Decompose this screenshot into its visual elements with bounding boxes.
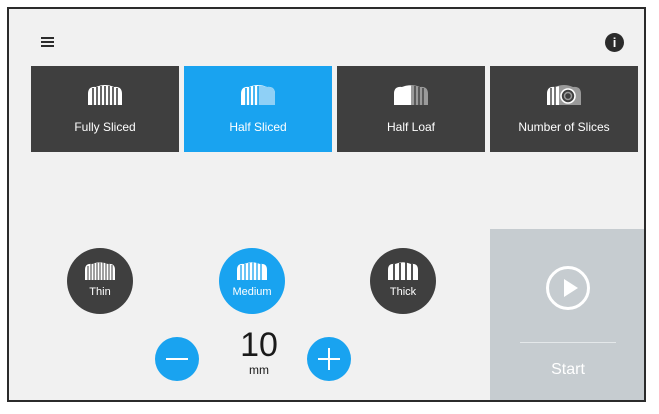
half-loaf-icon bbox=[394, 85, 428, 105]
hamburger-menu-icon[interactable] bbox=[41, 37, 54, 48]
thickness-value: 10 bbox=[240, 326, 278, 364]
medium-slices-loaf-icon bbox=[237, 262, 267, 280]
thickness-medium-button[interactable]: Medium bbox=[219, 248, 285, 314]
thickness-label: Thin bbox=[89, 286, 111, 298]
mode-label: Number of Slices bbox=[518, 120, 610, 134]
increase-thickness-button[interactable] bbox=[307, 337, 351, 381]
decrease-thickness-button[interactable] bbox=[155, 337, 199, 381]
thickness-thick-button[interactable]: Thick bbox=[370, 248, 436, 314]
mode-half-sliced-button[interactable]: Half Sliced bbox=[184, 66, 332, 152]
app-window: i Fully Sliced Half Sliced Half Loaf Num… bbox=[7, 7, 646, 402]
start-label: Start bbox=[551, 361, 585, 378]
thickness-label: Medium bbox=[232, 286, 272, 298]
play-icon bbox=[546, 266, 590, 310]
thick-slices-loaf-icon bbox=[388, 262, 418, 280]
mode-label: Fully Sliced bbox=[74, 120, 136, 134]
thickness-label: Thick bbox=[389, 286, 417, 298]
mode-label: Half Loaf bbox=[386, 120, 436, 134]
number-of-slices-icon bbox=[547, 85, 581, 105]
plus-icon-vertical bbox=[328, 348, 330, 370]
mode-label: Half Sliced bbox=[229, 120, 287, 134]
start-divider bbox=[520, 342, 616, 343]
thin-slices-loaf-icon bbox=[85, 262, 115, 280]
thickness-unit: mm bbox=[249, 363, 269, 377]
minus-icon bbox=[166, 358, 188, 360]
mode-number-of-slices-button[interactable]: Number of Slices bbox=[490, 66, 638, 152]
mode-fully-sliced-button[interactable]: Fully Sliced bbox=[31, 66, 179, 152]
thickness-value-display: 10 mm bbox=[234, 327, 284, 377]
slicing-mode-selector: Fully Sliced Half Sliced Half Loaf Numbe… bbox=[31, 66, 639, 152]
half-sliced-loaf-icon bbox=[241, 85, 275, 105]
start-button[interactable]: Start bbox=[490, 229, 644, 400]
mode-half-loaf-button[interactable]: Half Loaf bbox=[337, 66, 485, 152]
thickness-thin-button[interactable]: Thin bbox=[67, 248, 133, 314]
top-bar: i bbox=[9, 9, 644, 69]
fully-sliced-loaf-icon bbox=[88, 85, 122, 105]
info-icon[interactable]: i bbox=[605, 33, 624, 52]
